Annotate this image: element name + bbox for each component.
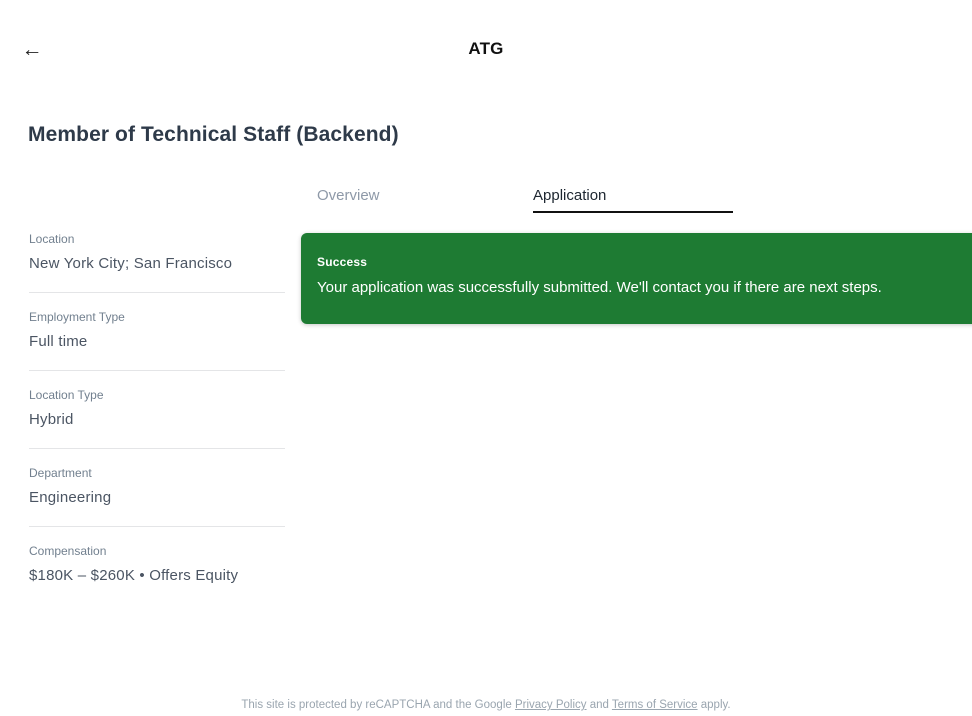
privacy-policy-link[interactable]: Privacy Policy	[515, 699, 587, 711]
terms-of-service-link[interactable]: Terms of Service	[612, 699, 698, 711]
field-value: Full time	[29, 333, 88, 350]
recaptcha-footer: This site is protected by reCAPTCHA and …	[0, 699, 972, 711]
field-compensation: Compensation $180K – $260K • Offers Equi…	[29, 544, 285, 604]
field-value: $180K – $260K • Offers Equity	[29, 567, 239, 584]
field-label: Department	[29, 466, 92, 480]
field-value: Hybrid	[29, 411, 74, 428]
field-employment-type: Employment Type Full time	[29, 310, 285, 371]
job-details-sidebar: Location New York City; San Francisco Em…	[29, 232, 285, 621]
field-location-type: Location Type Hybrid	[29, 388, 285, 449]
success-banner-message: Your application was successfully submit…	[317, 279, 882, 296]
tab-application[interactable]: Application	[533, 180, 733, 213]
company-title: ATG	[468, 39, 504, 58]
footer-text: apply.	[697, 699, 731, 711]
footer-text: This site is protected by reCAPTCHA and …	[241, 699, 515, 711]
field-value: Engineering	[29, 489, 112, 506]
field-label: Location	[29, 232, 75, 246]
tab-bar: Overview Application	[317, 180, 733, 213]
success-banner: Success Your application was successfull…	[301, 233, 972, 324]
tab-overview[interactable]: Overview	[317, 180, 517, 213]
field-department: Department Engineering	[29, 466, 285, 527]
field-location: Location New York City; San Francisco	[29, 232, 285, 293]
page-title: Member of Technical Staff (Backend)	[28, 123, 399, 146]
field-label: Location Type	[29, 388, 104, 402]
footer-text: and	[586, 699, 612, 711]
field-label: Employment Type	[29, 310, 125, 324]
success-banner-title: Success	[317, 255, 368, 269]
field-value: New York City; San Francisco	[29, 255, 233, 272]
field-label: Compensation	[29, 544, 107, 558]
